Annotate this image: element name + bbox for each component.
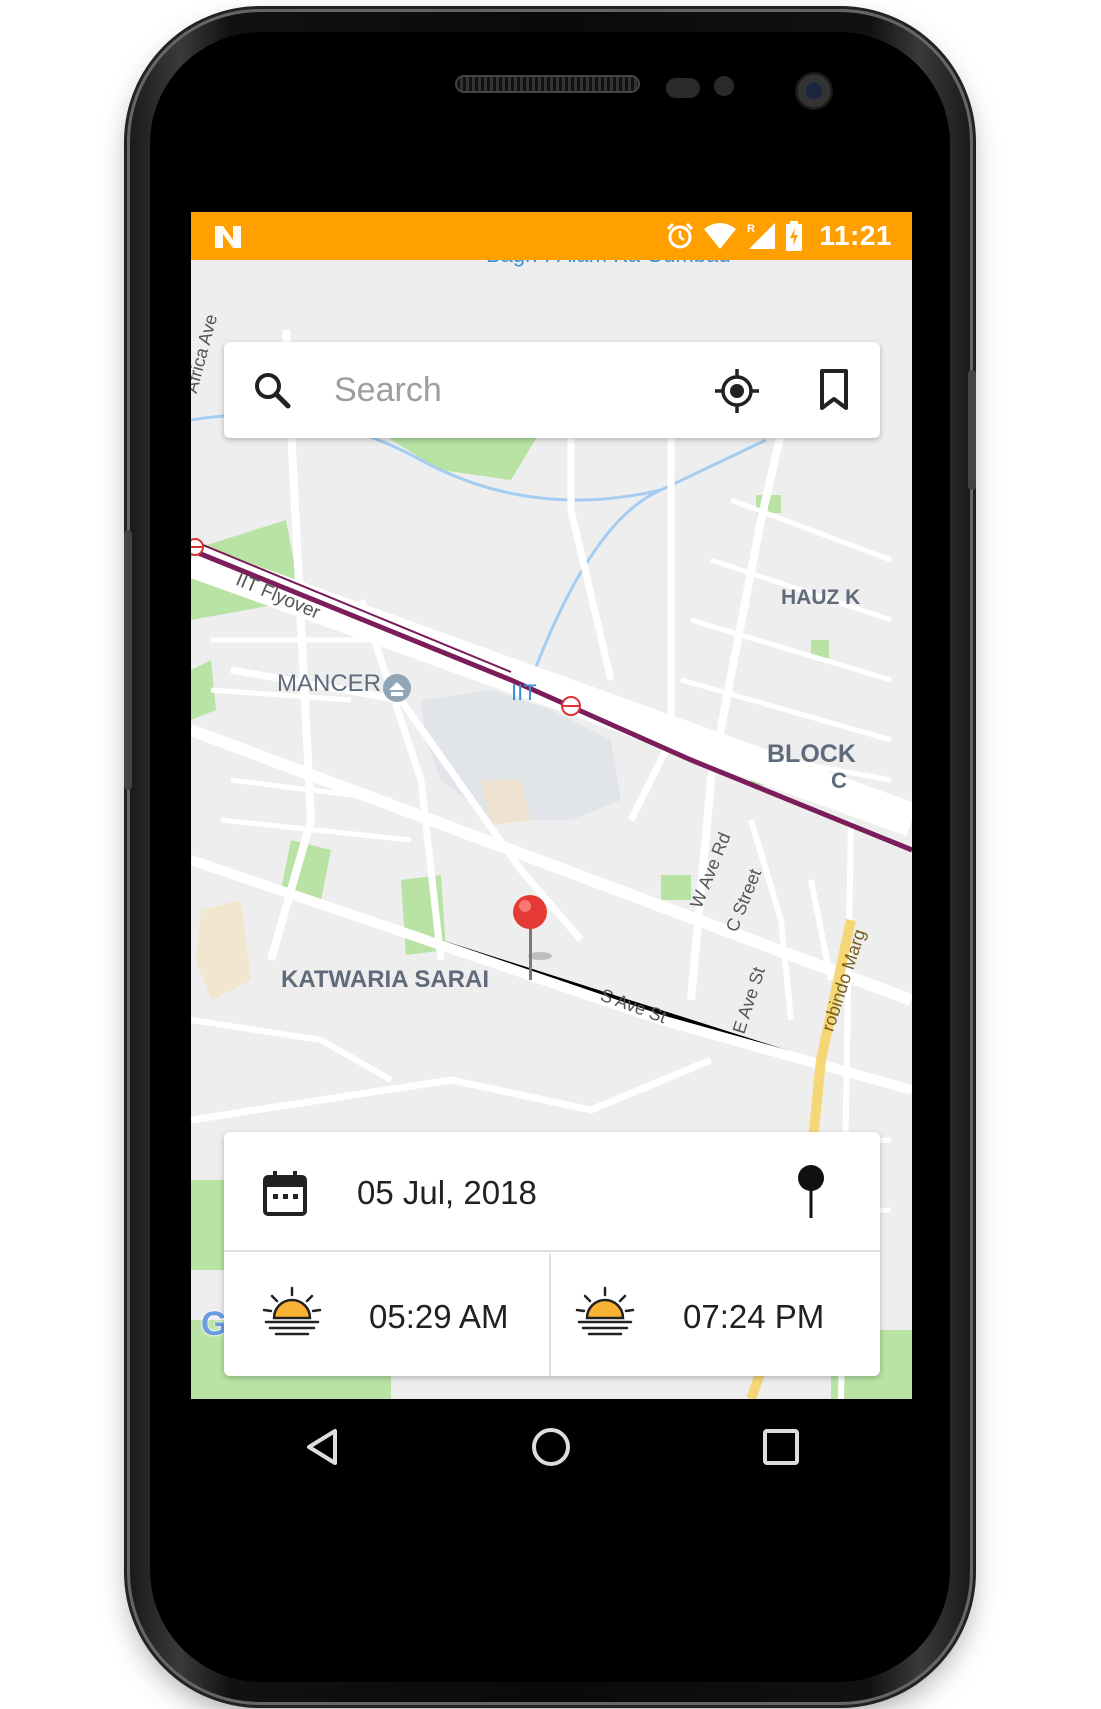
map-label-hauz-k: HAUZ K (781, 586, 861, 609)
map-label-top: Bagh-i-Alam Ka Gumbad (486, 260, 731, 268)
proximity-sensor (666, 78, 700, 98)
calendar-icon (263, 1171, 307, 1216)
sunrise-cell: 05:29 AM (224, 1254, 551, 1376)
phone-screen: R 11:21 Africa Ave IIT Flyover HAUZ K MA… (191, 212, 912, 1399)
sun-info-card: 05 Jul, 2018 05:29 AM 07:24 PM (224, 1132, 880, 1376)
sunset-time: 07:24 PM (683, 1298, 825, 1335)
selected-date: 05 Jul, 2018 (357, 1174, 537, 1211)
home-icon[interactable] (529, 1425, 573, 1469)
earpiece-speaker (455, 75, 640, 93)
status-bar: R 11:21 (191, 212, 912, 260)
date-row[interactable]: 05 Jul, 2018 (224, 1132, 880, 1252)
volume-button (124, 530, 132, 790)
sunset-cell: 07:24 PM (553, 1254, 880, 1376)
map-label-block-c: C (831, 768, 847, 793)
sun-times-row: 05:29 AM 07:24 PM (224, 1254, 880, 1376)
pin-icon[interactable] (794, 1164, 828, 1220)
sunrise-icon (262, 1286, 322, 1336)
front-camera (795, 72, 833, 110)
map-label-mancer: MANCER (277, 670, 382, 697)
svg-text:R: R (747, 223, 755, 235)
search-input[interactable] (334, 364, 664, 416)
map-label-iit: IIT (511, 680, 537, 705)
sunset-icon (575, 1286, 635, 1336)
map-label-block: BLOCK (767, 740, 856, 768)
location-marker-pin[interactable] (506, 892, 556, 992)
search-bar (224, 342, 880, 438)
status-time: 11:21 (819, 220, 892, 251)
map-label-katwaria-sarai: KATWARIA SARAI (281, 966, 489, 993)
my-location-icon[interactable] (714, 368, 760, 414)
battery-charging-icon (786, 221, 803, 251)
alarm-icon (667, 222, 694, 249)
wifi-icon (704, 223, 737, 249)
map-view[interactable]: Bagh-i-Alam Ka Gumbad Africa Ave IIT Fly… (191, 260, 912, 1399)
n-notification-icon (215, 226, 241, 248)
navigation-bar (191, 1399, 912, 1495)
back-icon[interactable] (301, 1425, 345, 1469)
search-icon (255, 373, 291, 409)
bookmark-icon[interactable] (814, 368, 854, 412)
light-sensor (714, 76, 734, 96)
sunrise-time: 05:29 AM (369, 1298, 509, 1335)
signal-roaming-icon: R (747, 223, 776, 249)
recents-icon[interactable] (759, 1425, 803, 1469)
power-button (968, 370, 976, 490)
